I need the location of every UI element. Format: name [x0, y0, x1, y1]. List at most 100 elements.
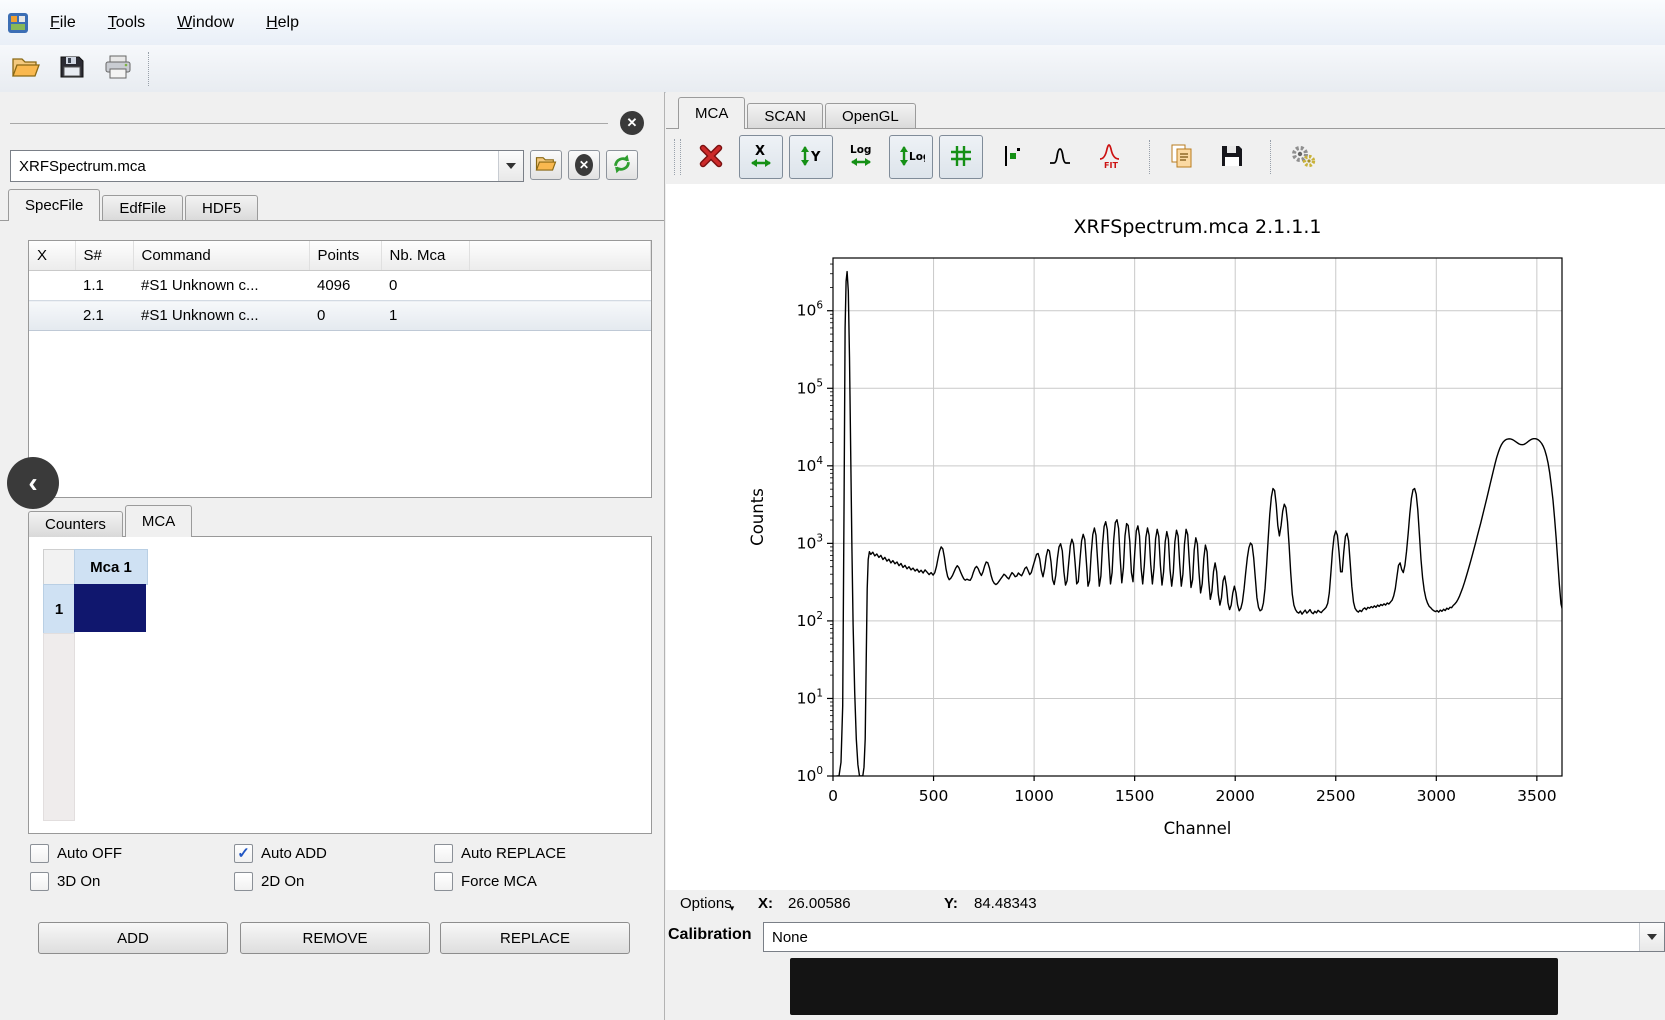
- open-file-button[interactable]: [6, 49, 46, 89]
- checkbox-label: 3D On: [57, 873, 100, 890]
- menu-tools[interactable]: Tools: [96, 10, 157, 36]
- tab-specfile[interactable]: SpecFile: [8, 189, 100, 221]
- open-folder-icon: [535, 154, 557, 176]
- checkbox-auto-replace[interactable]: Auto REPLACE: [434, 844, 566, 863]
- checkbox-box[interactable]: [434, 844, 453, 863]
- smoothing-button[interactable]: [1039, 135, 1083, 179]
- scan-list: X S# Command Points Nb. Mca 1.1 #S1 Un: [28, 240, 652, 498]
- calibration-label: Calibration: [668, 926, 752, 944]
- cursor-x-label: X:: [758, 895, 773, 912]
- red-x-icon: [697, 142, 725, 173]
- svg-text:103: 103: [797, 532, 823, 552]
- fit-icon: FIT: [1097, 142, 1125, 173]
- calibration-row: Calibration None: [666, 922, 1665, 952]
- source-file-combobox[interactable]: XRFSpectrum.mca: [10, 150, 524, 182]
- print-icon: [104, 54, 132, 83]
- checkbox-3d-on[interactable]: 3D On: [30, 872, 100, 891]
- plot-view-tabs: MCA SCAN OpenGL: [678, 98, 918, 129]
- scan-header-row[interactable]: X S# Command Points Nb. Mca: [29, 241, 651, 271]
- checkbox-label: Auto REPLACE: [461, 845, 566, 862]
- checkbox-auto-off[interactable]: Auto OFF: [30, 844, 122, 863]
- plot-panel: MCA SCAN OpenGL X: [666, 92, 1665, 1020]
- x-log-button[interactable]: Log: [839, 135, 883, 179]
- svg-text:Channel: Channel: [1164, 819, 1232, 838]
- combo-arrow[interactable]: [498, 151, 523, 181]
- refresh-source-button[interactable]: [606, 150, 638, 180]
- copy-print-button[interactable]: [1160, 135, 1204, 179]
- x-autoscale-button[interactable]: X: [739, 135, 783, 179]
- save-plot-button[interactable]: [1210, 135, 1254, 179]
- checkbox-box[interactable]: [30, 872, 49, 891]
- toolbar-handle[interactable]: [674, 139, 681, 175]
- toolbar-separator: [1149, 140, 1150, 174]
- tab-counters[interactable]: Counters: [28, 511, 123, 537]
- combo-arrow[interactable]: [1639, 923, 1664, 951]
- save-icon: [1218, 142, 1246, 173]
- mca-selected-cell[interactable]: [74, 584, 146, 632]
- tab-hdf5[interactable]: HDF5: [185, 195, 258, 221]
- print-button[interactable]: [98, 49, 138, 89]
- cursor-x-value: 26.00586: [788, 895, 851, 912]
- col-nbmca: Nb. Mca: [381, 241, 469, 271]
- collapse-panel-button[interactable]: ‹: [7, 457, 59, 509]
- tab-edffile[interactable]: EdfFile: [102, 195, 183, 221]
- tab-opengl-plot[interactable]: OpenGL: [825, 103, 916, 129]
- source-browser-panel: ✕ XRFSpectrum.mca ✕: [0, 92, 665, 1020]
- refresh-icon: [610, 152, 634, 179]
- y-log-icon: Log: [897, 142, 925, 173]
- gears-icon: [1289, 142, 1317, 173]
- bottom-widget: [790, 958, 1558, 1015]
- svg-text:Y: Y: [810, 150, 821, 165]
- menu-help[interactable]: Help: [254, 10, 311, 36]
- scan-row[interactable]: 2.1 #S1 Unknown c... 0 1: [29, 301, 651, 331]
- col-command: Command: [133, 241, 309, 271]
- mca-row-header[interactable]: 1: [43, 584, 75, 634]
- add-button[interactable]: ADD: [38, 922, 228, 954]
- checkbox-auto-add[interactable]: Auto ADD: [234, 844, 327, 863]
- tabline: [666, 128, 1665, 129]
- data-view-tabs: Counters MCA: [28, 506, 194, 537]
- checkbox-2d-on[interactable]: 2D On: [234, 872, 304, 891]
- menu-window[interactable]: Window: [165, 10, 246, 36]
- svg-text:FIT: FIT: [1104, 161, 1118, 170]
- scan-row[interactable]: 1.1 #S1 Unknown c... 4096 0: [29, 271, 651, 301]
- menu-file[interactable]: File: [38, 10, 88, 36]
- close-source-button[interactable]: ✕: [568, 150, 600, 180]
- toolbar-separator: [148, 52, 149, 86]
- calibration-combobox[interactable]: None: [763, 922, 1665, 952]
- settings-button[interactable]: [1281, 135, 1325, 179]
- checkbox-box[interactable]: [234, 872, 253, 891]
- peak-markers-button[interactable]: [989, 135, 1033, 179]
- table-corner: [43, 549, 75, 585]
- svg-text:1500: 1500: [1115, 787, 1154, 805]
- tab-mca[interactable]: MCA: [125, 505, 192, 537]
- options-button[interactable]: Options▾: [680, 895, 736, 912]
- chevron-down-icon: ▾: [730, 903, 735, 913]
- remove-button[interactable]: REMOVE: [240, 922, 430, 954]
- x-autoscale-icon: X: [747, 142, 775, 173]
- fit-button[interactable]: FIT: [1089, 135, 1133, 179]
- y-log-button[interactable]: Log: [889, 135, 933, 179]
- spectrum-plot[interactable]: 0500100015002000250030003500100101102103…: [666, 184, 1665, 890]
- tab-scan-plot[interactable]: SCAN: [747, 103, 823, 129]
- x-log-icon: Log: [847, 142, 875, 173]
- y-autoscale-button[interactable]: Y: [789, 135, 833, 179]
- main-toolbar: [0, 45, 1665, 93]
- tab-mca-plot[interactable]: MCA: [678, 97, 745, 129]
- svg-text:Log: Log: [850, 144, 871, 156]
- mca-column-header[interactable]: Mca 1: [74, 549, 148, 585]
- svg-text:0: 0: [828, 787, 838, 805]
- checkbox-box[interactable]: [434, 872, 453, 891]
- close-panel-button[interactable]: ✕: [620, 111, 644, 135]
- checkbox-box[interactable]: [30, 844, 49, 863]
- checkbox-box[interactable]: [234, 844, 253, 863]
- calibration-value: None: [764, 929, 1639, 946]
- grid-button[interactable]: [939, 135, 983, 179]
- svg-text:101: 101: [797, 687, 823, 707]
- zoom-reset-button[interactable]: [689, 135, 733, 179]
- open-source-button[interactable]: [530, 150, 562, 180]
- checkbox-force-mca[interactable]: Force MCA: [434, 872, 537, 891]
- save-icon: [59, 54, 85, 83]
- save-button[interactable]: [52, 49, 92, 89]
- replace-button[interactable]: REPLACE: [440, 922, 630, 954]
